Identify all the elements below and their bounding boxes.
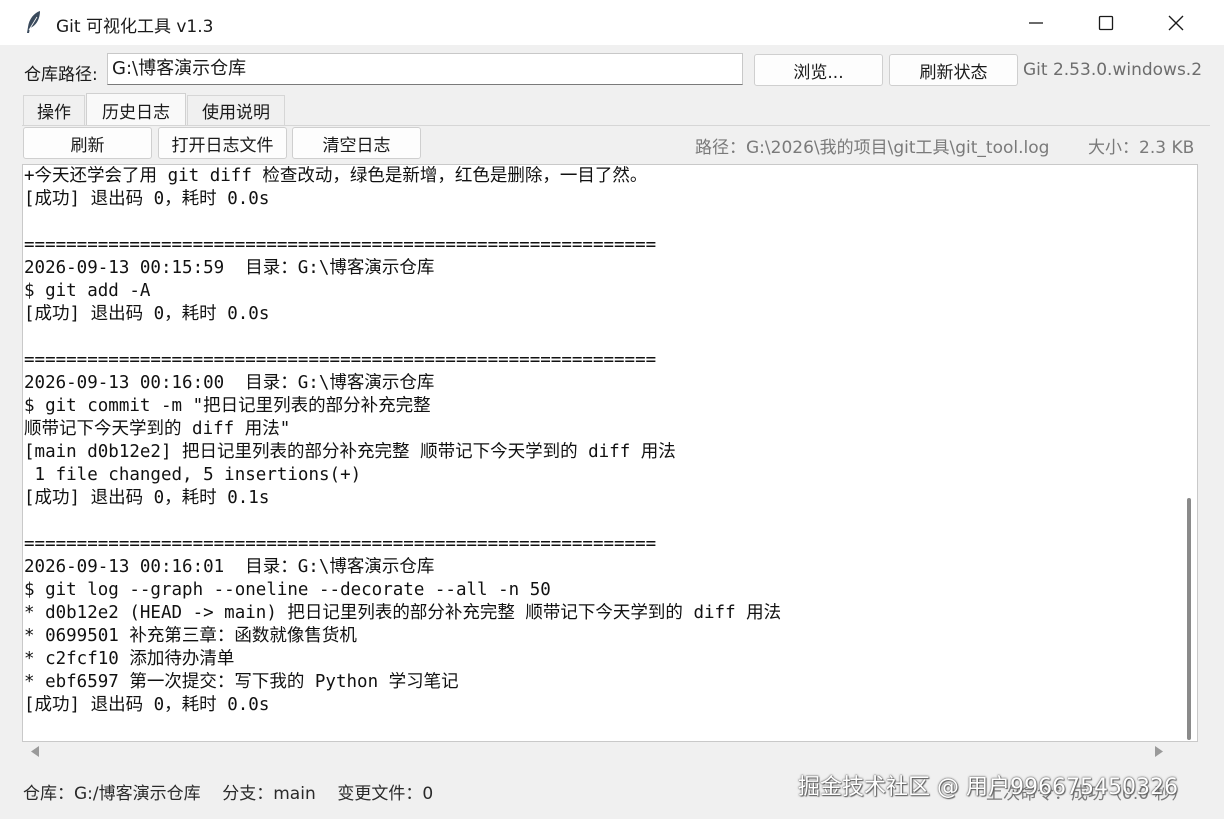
- log-line: 2026-09-13 00:16:00 目录：G:\博客演示仓库: [24, 373, 435, 393]
- history-log-panel: 刷新 打开日志文件 清空日志 路径：G:\2026\我的项目\git工具\git…: [22, 125, 1210, 819]
- log-line: ========================================…: [24, 235, 657, 255]
- log-line: ========================================…: [24, 350, 657, 370]
- log-line: +今天还学会了用 git diff 检查改动，绿色是新增，红色是删除，一目了然。: [24, 166, 648, 186]
- log-line: $ git commit -m "把日记里列表的部分补充完整: [24, 396, 431, 416]
- minimize-icon: [1029, 21, 1043, 24]
- tab-help[interactable]: 使用说明: [187, 95, 285, 125]
- log-line: * 0699501 补充第三章：函数就像售货机: [24, 626, 357, 646]
- log-line: 1 file changed, 5 insertions(+): [24, 465, 362, 485]
- log-line: 2026-09-13 00:15:59 目录：G:\博客演示仓库: [24, 258, 435, 278]
- log-line: [main d0b12e2] 把日记里列表的部分补充完整 顺带记下今天学到的 d…: [24, 442, 676, 462]
- log-line: 顺带记下今天学到的 diff 用法": [24, 419, 291, 439]
- refresh-log-button[interactable]: 刷新: [23, 127, 152, 159]
- log-line: [成功] 退出码 0，耗时 0.0s: [24, 304, 270, 324]
- repo-path-label: 仓库路径:: [24, 65, 98, 85]
- log-line: 2026-09-13 00:16:01 目录：G:\博客演示仓库: [24, 557, 435, 577]
- log-line: [成功] 退出码 0，耗时 0.1s: [24, 488, 270, 508]
- open-log-file-button[interactable]: 打开日志文件: [158, 127, 287, 159]
- horizontal-scrollbar[interactable]: [22, 742, 1168, 760]
- title-bar: Git 可视化工具 v1.3: [0, 0, 1224, 45]
- log-text-area[interactable]: +今天还学会了用 git diff 检查改动，绿色是新增，红色是删除，一目了然。…: [22, 164, 1198, 742]
- watermark: 掘金技术社区 @ 用户996675450326: [798, 775, 1178, 800]
- tab-operations[interactable]: 操作: [23, 95, 85, 125]
- log-content[interactable]: +今天还学会了用 git diff 检查改动，绿色是新增，红色是删除，一目了然。…: [24, 165, 1174, 741]
- vertical-scrollbar[interactable]: [1181, 166, 1197, 741]
- log-line: * d0b12e2 (HEAD -> main) 把日记里列表的部分补充完整 顺…: [24, 603, 782, 623]
- log-line: $ git add -A: [24, 281, 151, 301]
- minimize-button[interactable]: [1001, 0, 1071, 45]
- maximize-button[interactable]: [1071, 0, 1141, 45]
- log-line: ========================================…: [24, 534, 657, 554]
- vertical-scrollbar-thumb[interactable]: [1187, 498, 1191, 740]
- feather-icon: [27, 11, 40, 33]
- log-file-size: 大小：2.3 KB: [1088, 138, 1195, 158]
- log-line: $ git log --graph --oneline --decorate -…: [24, 580, 551, 600]
- tab-history-log[interactable]: 历史日志: [86, 93, 186, 126]
- close-button[interactable]: [1141, 0, 1211, 45]
- refresh-status-button[interactable]: 刷新状态: [889, 54, 1018, 86]
- log-line: [成功] 退出码 0，耗时 0.0s: [24, 189, 270, 209]
- maximize-icon: [1098, 15, 1114, 30]
- log-file-path: 路径：G:\2026\我的项目\git工具\git_tool.log: [695, 138, 1050, 158]
- log-line: * c2fcf10 添加待办清单: [24, 649, 235, 669]
- scroll-left-arrow-icon[interactable]: [30, 746, 40, 757]
- browse-button[interactable]: 浏览...: [754, 54, 883, 86]
- close-icon: [1168, 15, 1184, 30]
- git-version-label: Git 2.53.0.windows.2: [1023, 60, 1203, 80]
- log-line: [成功] 退出码 0，耗时 0.0s: [24, 695, 270, 715]
- window-title: Git 可视化工具 v1.3: [56, 17, 214, 37]
- log-line: * ebf6597 第一次提交：写下我的 Python 学习笔记: [24, 672, 459, 692]
- scroll-right-arrow-icon[interactable]: [1154, 746, 1164, 757]
- main-window: 仓库路径: G:\博客演示仓库 浏览... 刷新状态 Git 2.53.0.wi…: [10, 45, 1214, 819]
- repo-path-input[interactable]: G:\博客演示仓库: [107, 53, 743, 85]
- clear-log-button[interactable]: 清空日志: [292, 127, 421, 159]
- status-repo-info: 仓库：G:/博客演示仓库 分支：main 变更文件：0: [23, 784, 434, 804]
